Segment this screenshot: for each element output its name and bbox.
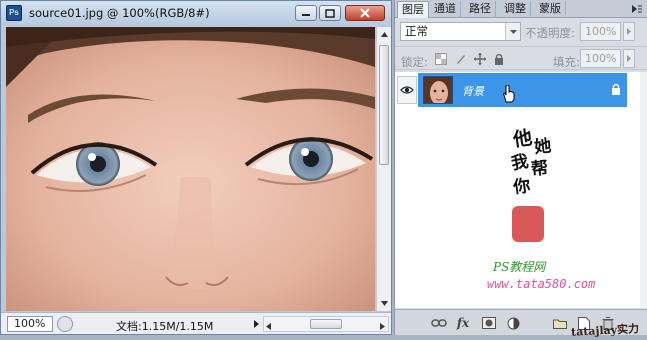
status-info-icon[interactable]: [57, 316, 73, 332]
lock-pixels-button[interactable]: [455, 53, 467, 65]
lock-transparency-button[interactable]: [435, 53, 447, 65]
triangle-right-icon: [627, 28, 631, 35]
triangle-right-icon: [627, 55, 631, 62]
opacity-label: 不透明度:: [525, 26, 575, 40]
lock-icon: [611, 83, 621, 95]
selected-layer-highlight[interactable]: 背景: [418, 73, 627, 107]
layer-list-scrollbar[interactable]: [640, 72, 647, 308]
lock-all-button[interactable]: [493, 53, 505, 65]
blend-mode-select[interactable]: 正常: [400, 22, 521, 41]
vertical-scroll-thumb[interactable]: [379, 45, 389, 165]
maximize-button[interactable]: [319, 5, 341, 21]
zoom-field[interactable]: 100%: [7, 316, 53, 332]
eye-icon: [400, 86, 414, 94]
scroll-left-arrow[interactable]: [266, 320, 271, 333]
image-canvas[interactable]: [6, 27, 375, 311]
document-size-info: 文档:1.15M/1.15M: [116, 320, 214, 333]
blend-dropdown-arrow[interactable]: [505, 23, 520, 40]
mask-icon: [482, 317, 496, 329]
panel-menu-icon: [632, 5, 642, 13]
status-menu-button[interactable]: [250, 317, 262, 331]
layer-row[interactable]: 背景: [395, 72, 640, 108]
lock-position-button[interactable]: [474, 53, 486, 65]
watermark-site-name: PS教程网: [493, 260, 546, 274]
watermark-seal: [512, 206, 544, 242]
document-window: Ps source01.jpg @ 100%(RGB/8#) 100% 文档:1…: [0, 0, 392, 335]
document-title: source01.jpg @ 100%(RGB/8#): [29, 6, 210, 20]
chevron-up-icon: [381, 32, 388, 37]
panel-footer: fx tatajlay实力: [395, 309, 647, 339]
blend-mode-value: 正常: [405, 24, 428, 38]
minimize-button[interactable]: [295, 5, 317, 21]
watermark-corner-text: tatajlay实力: [570, 322, 640, 339]
fill-label: 填充:: [553, 55, 580, 69]
horizontal-scroll-thumb[interactable]: [310, 319, 342, 329]
move-icon: [474, 53, 486, 65]
folder-icon: [553, 319, 567, 329]
fx-icon[interactable]: fx: [455, 315, 471, 331]
scroll-up-arrow[interactable]: [377, 27, 392, 42]
panel-tabs: 图层 通道 路径 调整 蒙版: [395, 0, 647, 18]
layer-thumbnail: [423, 76, 453, 104]
panel-menu-button[interactable]: [631, 3, 643, 15]
triangle-right-icon: [253, 320, 259, 328]
tab-masks[interactable]: 蒙版: [535, 1, 566, 18]
document-titlebar[interactable]: Ps source01.jpg @ 100%(RGB/8#): [1, 1, 391, 25]
status-bar: 100% 文档:1.15M/1.15M: [1, 312, 391, 334]
layer-list: 背景 他 她 我 帮 你 PS教程网 www.tata580.com: [395, 72, 647, 308]
layers-panel: 图层 通道 路径 调整 蒙版 正常 不透明度: 100% 锁定: 填充: 100…: [394, 0, 647, 339]
thumbnail-face: [424, 77, 452, 103]
link-icon: [431, 319, 447, 327]
link-layers-button[interactable]: [431, 315, 447, 331]
scroll-down-arrow[interactable]: [377, 296, 392, 311]
tab-paths[interactable]: 路径: [465, 1, 496, 18]
close-button[interactable]: [345, 5, 385, 21]
fill-field[interactable]: 100%: [580, 49, 621, 68]
adjustment-icon: [507, 317, 519, 329]
chevron-down-icon: [381, 301, 388, 306]
opacity-field[interactable]: 100%: [580, 22, 621, 41]
checker-icon: [435, 53, 447, 65]
vertical-scrollbar[interactable]: [376, 27, 391, 311]
tab-channels[interactable]: 通道: [430, 1, 461, 18]
fill-slider-button[interactable]: [623, 49, 635, 68]
brush-icon: [457, 55, 465, 64]
minimize-icon: [302, 14, 310, 16]
maximize-icon: [325, 8, 335, 18]
opacity-slider-button[interactable]: [623, 22, 635, 41]
chevron-down-icon: [509, 29, 517, 34]
lock-icon: [495, 53, 503, 65]
add-mask-button[interactable]: [481, 315, 497, 331]
layer-visibility-toggle[interactable]: [397, 76, 417, 104]
adjustment-layer-button[interactable]: [505, 315, 521, 331]
new-group-button[interactable]: [552, 315, 568, 331]
cursor-hand-icon: [502, 84, 516, 106]
horizontal-scrollbar[interactable]: [263, 316, 389, 332]
layer-name[interactable]: 背景: [462, 83, 484, 99]
chevron-right-icon: [380, 323, 385, 330]
lock-label: 锁定:: [401, 55, 428, 69]
tab-adjustments[interactable]: 调整: [500, 1, 531, 18]
tab-layers[interactable]: 图层: [397, 1, 429, 18]
face-photo: [6, 27, 375, 311]
chevron-left-icon: [266, 323, 271, 330]
photoshop-icon: Ps: [6, 5, 22, 21]
scroll-right-arrow[interactable]: [380, 320, 385, 333]
watermark-char: 你: [512, 175, 532, 199]
close-icon: [360, 8, 370, 18]
watermark-char: 帮: [530, 158, 550, 180]
watermark-site-url: www.tata580.com: [487, 277, 596, 291]
